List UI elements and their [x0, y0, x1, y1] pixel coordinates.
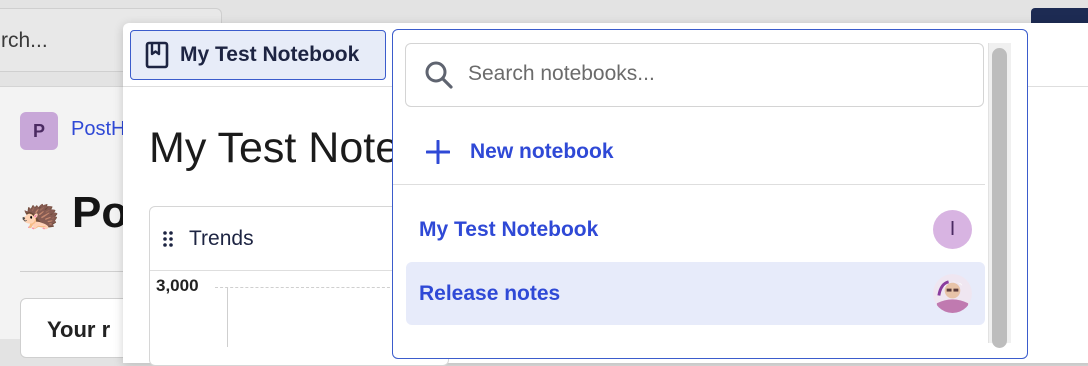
notebook-title[interactable]: My Test Note [149, 124, 399, 173]
dropdown-scrollbar-thumb[interactable] [992, 48, 1007, 348]
gridline [215, 287, 395, 288]
dropdown-divider [393, 184, 985, 185]
notebook-selector-label: My Test Notebook [180, 43, 360, 66]
new-notebook-label: New notebook [470, 140, 614, 163]
background-card-text: Your r [47, 317, 111, 342]
y-axis-tick-label: 3,000 [156, 276, 199, 295]
plus-icon [426, 140, 450, 164]
project-avatar: P [20, 112, 58, 150]
notebook-list-item[interactable]: My Test Notebook I [406, 198, 985, 261]
notebook-list-item-label: My Test Notebook [419, 218, 599, 241]
y-axis [227, 287, 228, 347]
project-link[interactable]: PostH [71, 118, 125, 141]
hedgehog-emoji: 🦔 [20, 196, 60, 232]
avatar [933, 274, 972, 313]
book-icon [145, 41, 169, 69]
notebook-selector-button[interactable]: My Test Notebook [130, 30, 386, 80]
trends-card-title: Trends [189, 227, 254, 250]
page-heading: Po [72, 188, 129, 237]
avatar: I [933, 210, 972, 249]
global-search-placeholder: rch... [1, 29, 48, 52]
divider [20, 271, 130, 272]
notebook-search-placeholder: Search notebooks... [468, 62, 655, 85]
notebook-list-item-label: Release notes [419, 282, 561, 305]
drag-handle-icon[interactable] [162, 230, 174, 248]
search-icon [425, 61, 453, 89]
new-notebook-button[interactable]: New notebook [420, 132, 980, 172]
notebook-list-item-selected[interactable]: Release notes [406, 262, 985, 325]
